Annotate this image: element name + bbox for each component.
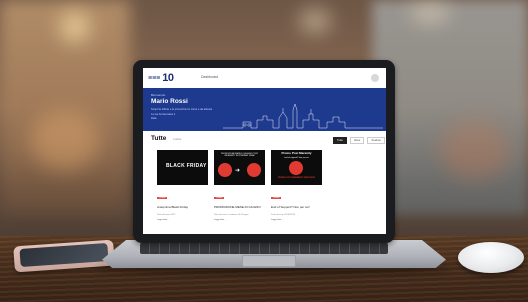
card-read-more-link[interactable]: Leggi tutto →: [271, 219, 322, 221]
section-title: Tutte: [151, 135, 167, 142]
card-tag: Promo: [271, 197, 282, 199]
laptop-trackpad: [242, 255, 296, 267]
bokeh-light: [440, 120, 510, 180]
computer-mouse: [458, 242, 524, 273]
bokeh-light: [300, 10, 330, 32]
card-image-post-maranity: Promo Post Maranity end of support? fare…: [271, 150, 322, 185]
red-badge-icon: [247, 163, 261, 177]
card-title[interactable]: Anteprima Black Friday: [157, 205, 208, 210]
card-image-text: BLACK FRIDAY: [166, 163, 207, 169]
hero-welcome: Benvenuto: [151, 93, 166, 97]
hero-user-name: Mario Rossi: [151, 98, 188, 105]
site-header: ≡≡≡ 10 Dashboard: [143, 68, 386, 89]
sort-buttons: Tutte Attive Scadute: [333, 137, 385, 144]
sort-button-all[interactable]: Tutte: [333, 137, 347, 144]
card-image-subtitle: end of support? fare per voi: [284, 157, 309, 159]
avatar[interactable]: [371, 74, 379, 82]
bokeh-light: [30, 110, 100, 170]
laptop-screen: ≡≡≡ 10 Dashboard Benvenuto Mario Rossi S…: [143, 68, 386, 234]
red-badge-icon: [289, 161, 303, 175]
card-image-footer: PROMO POST INDEMNITY PROPOSTE: [278, 177, 315, 179]
hero-detail: Le tue Anniversario 1: [151, 113, 176, 116]
hero-detail: Data: [151, 117, 157, 120]
card-read-more-link[interactable]: Leggi tutto →: [157, 219, 208, 221]
section-filter-label[interactable]: 4 attive: [173, 138, 181, 141]
card-image-text: PROMOZIONE MESE DI GIUGNO POST INDEMNITY…: [220, 153, 259, 158]
bokeh-light: [410, 4, 450, 22]
card-tag: Promo: [157, 197, 168, 199]
city-skyline-illustration: [223, 103, 383, 129]
laptop-keyboard: [140, 243, 388, 254]
hero-banner: Benvenuto Mario Rossi Scopri le offerte …: [143, 88, 386, 131]
promo-card[interactable]: PROMOZIONE MESE DI GIUGNO POST INDEMNITY…: [214, 150, 265, 221]
sort-button-expired[interactable]: Scadute: [367, 137, 385, 144]
card-meta: Data di inizio 01/06/2024: [271, 213, 296, 216]
hero-subtitle: Scopri le offerte e le promozioni in cor…: [151, 108, 213, 111]
card-image-promo: PROMOZIONE MESE DI GIUGNO POST INDEMNITY…: [214, 150, 265, 185]
card-image-black-friday: BLACK FRIDAY: [157, 150, 208, 185]
logo-number: 10: [162, 72, 174, 84]
card-tag: Promo: [214, 197, 225, 199]
card-meta: Data di inizio / scadenza 30 Giugno: [214, 213, 249, 216]
card-title[interactable]: PROMOZIONE MESE DI GIUGNO: [214, 205, 265, 210]
site-logo[interactable]: ≡≡≡ 10: [148, 71, 174, 85]
card-title[interactable]: End of Support? Non per voi!: [271, 205, 322, 210]
nav-dashboard-link[interactable]: Dashboard: [201, 75, 218, 79]
cafe-window-right: [372, 0, 528, 215]
promo-card[interactable]: BLACK FRIDAY Promo Anteprima Black Frida…: [157, 150, 208, 221]
sort-button-active[interactable]: Attive: [349, 137, 365, 144]
logo-mark: ≡≡≡: [148, 74, 161, 82]
card-meta: Data di Inizio 01/11: [157, 213, 176, 216]
bokeh-light: [60, 12, 90, 42]
card-image-title: Promo Post Maranity: [281, 151, 312, 155]
card-read-more-link[interactable]: Leggi tutto →: [214, 219, 265, 221]
red-badge-icon: [218, 163, 232, 177]
arrow-right-icon: ➜: [235, 168, 241, 174]
promo-card[interactable]: Promo Post Maranity end of support? fare…: [271, 150, 322, 221]
